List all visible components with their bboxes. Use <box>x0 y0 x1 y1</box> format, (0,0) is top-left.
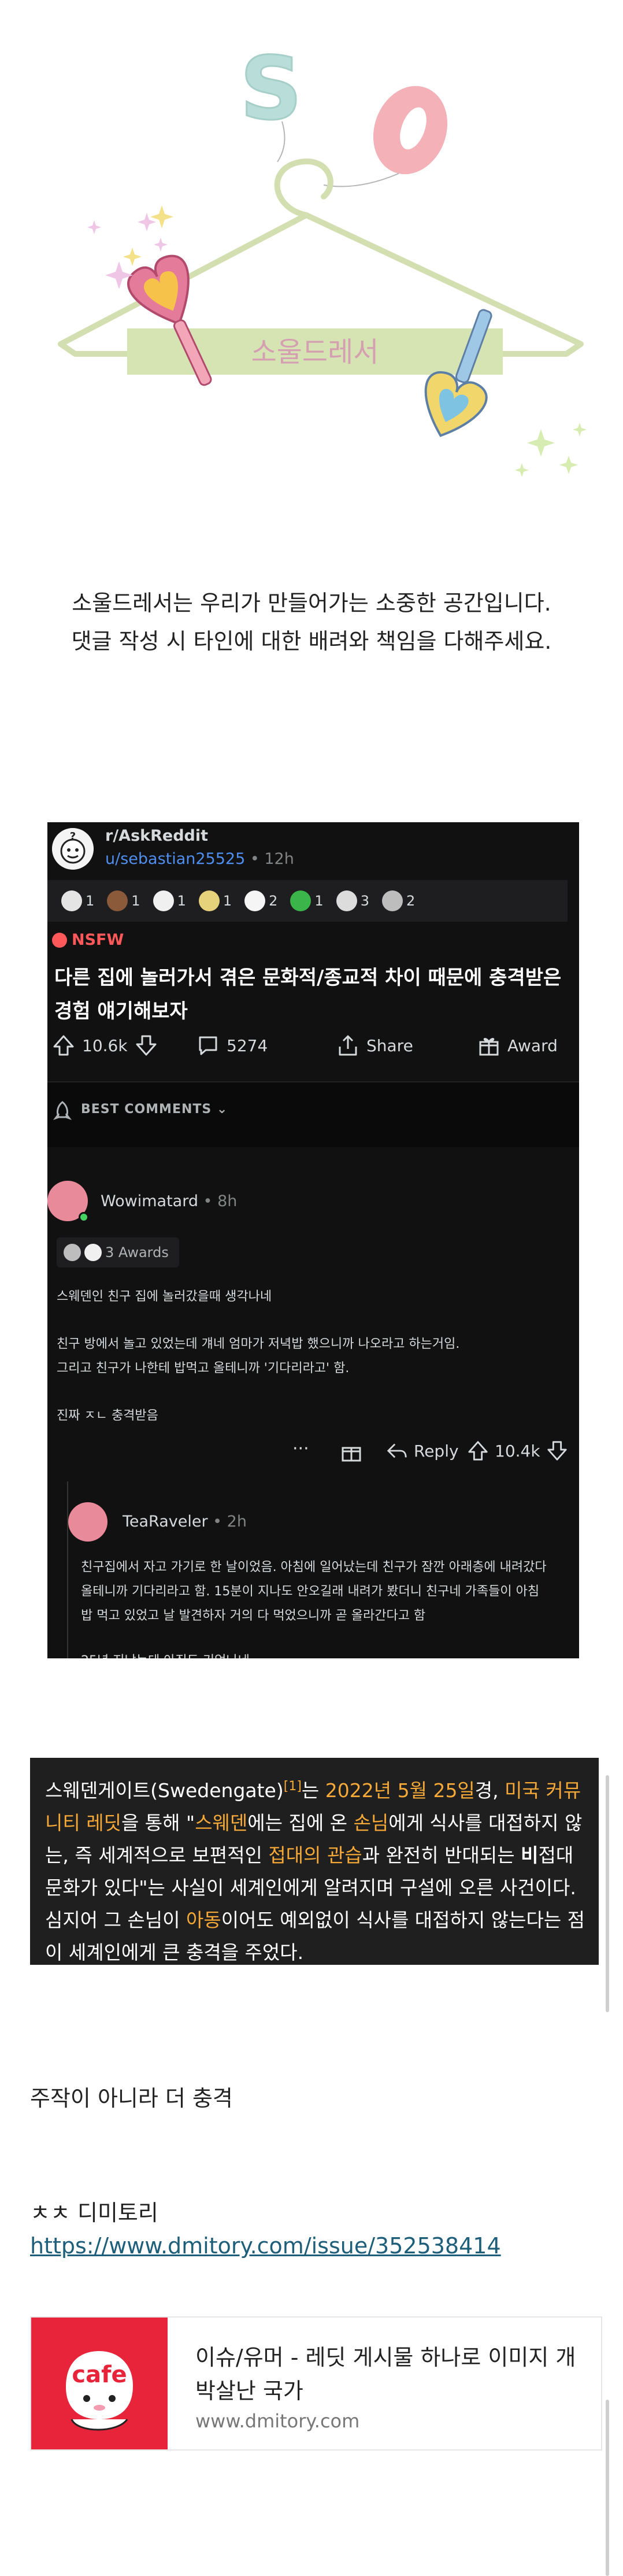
sparkles-right-icon <box>515 423 587 477</box>
comment-icon <box>199 1036 217 1055</box>
link-preview-card[interactable]: cafe 이슈/유머 - 레딧 게시물 하나로 이미지 개박살난 국가 www.… <box>30 2316 602 2451</box>
award-icon <box>153 890 174 911</box>
upvote-icon[interactable] <box>467 1440 489 1462</box>
post-awards-bar[interactable]: 1 1 1 1 2 1 3 2 <box>47 880 568 922</box>
award-icon <box>381 890 403 911</box>
subreddit-avatar: ? <box>52 828 94 870</box>
comments-button[interactable]: 5274 <box>196 1034 268 1057</box>
question-mascot-icon: ? <box>52 828 94 870</box>
award-icon <box>336 890 357 911</box>
hanger-logo-graphic: S 소울드레서 <box>58 38 587 477</box>
post-action-bar: 10.6k 5274 Share Award <box>47 1023 579 1070</box>
notice-line-2: 댓글 작성 시 타인에 대한 배려와 책임을 다해주세요. <box>71 629 552 654</box>
card-thumbnail: cafe <box>31 2318 168 2449</box>
award-icon <box>61 890 82 911</box>
comment-sort-label[interactable]: BEST COMMENTS ⌄ <box>81 1102 228 1117</box>
award-item: 2 <box>244 890 277 911</box>
date-link[interactable]: 2022년 5월 25일 <box>325 1779 475 1802</box>
nsfw-icon <box>52 932 67 948</box>
comment-text-line: 친구 방에서 놀고 있었는데 걔네 엄마가 저녁밥 했으니까 나오라고 하는거임… <box>57 1337 460 1351</box>
more-options-icon[interactable]: ··· <box>292 1439 309 1459</box>
thread-line[interactable] <box>67 1481 68 1658</box>
award-icon <box>84 1244 102 1261</box>
post-vote-count: 10.6k <box>82 1036 128 1055</box>
gift-icon[interactable] <box>340 1440 363 1463</box>
comment-text-line: 스웨덴인 친구 집에 놀러갔을때 생각나네 <box>57 1289 272 1304</box>
award-icon <box>107 890 128 911</box>
notice-line-1: 소울드레서는 우리가 만들어가는 소중한 공간입니다. <box>72 590 551 616</box>
post-time: 12h <box>264 850 294 868</box>
reply-text-line: 밥 먹고 있었고 날 발견하자 거의 다 먹었으니까 곧 올라간다고 함 <box>81 1609 426 1623</box>
card-title[interactable]: 이슈/유머 - 레딧 게시물 하나로 이미지 개박살난 국가 <box>195 2341 588 2408</box>
custom-link[interactable]: 접대의 관습 <box>268 1844 362 1867</box>
comment-sort-bar[interactable]: BEST COMMENTS ⌄ <box>47 1082 579 1147</box>
reply-avatar[interactable] <box>68 1502 107 1542</box>
award-item: 1 <box>198 890 232 911</box>
gift-icon <box>479 1038 499 1056</box>
reply-button[interactable]: Reply <box>386 1440 459 1462</box>
community-notice: 소울드레서는 우리가 만들어가는 소중한 공간입니다. 댓글 작성 시 타인에 … <box>0 584 623 660</box>
reddit-post-screenshot: ? r/AskReddit u/sebastian25525 • 12h 1 1… <box>47 822 579 1658</box>
award-icon <box>244 890 266 911</box>
award-item: 1 <box>61 890 94 911</box>
award-item: 1 <box>290 890 324 911</box>
reply-text-line: 친구집에서 자고 가기로 한 날이었음. 아침에 일어났는데 친구가 잠깐 아래… <box>81 1560 547 1575</box>
svg-text:?: ? <box>70 830 76 842</box>
cafe-logo-icon: cafe <box>31 2318 168 2449</box>
child-link[interactable]: 아동 <box>186 1909 221 1931</box>
comment-author[interactable]: Wowimatard • 8h <box>101 1192 237 1210</box>
reply-text-line: 올테니까 기다리라고 함. 15분이 지나도 안오길래 내려가 봤더니 친구네 … <box>81 1584 540 1599</box>
site-logo[interactable]: S 소울드레서 <box>0 0 623 509</box>
scrollbar[interactable] <box>606 2400 609 2576</box>
footnote-link[interactable]: [1] <box>284 1779 302 1794</box>
sweden-link[interactable]: 스웨덴 <box>195 1812 247 1834</box>
award-item: 3 <box>336 890 369 911</box>
award-icon <box>198 890 220 911</box>
award-icon <box>64 1244 81 1261</box>
award-item: 1 <box>107 890 140 911</box>
svg-text:cafe: cafe <box>72 2361 127 2388</box>
reply-author[interactable]: TeaRaveler • 2h <box>123 1513 247 1531</box>
reddit-post-header: ? r/AskReddit u/sebastian25525 • 12h <box>47 822 579 875</box>
scrollbar[interactable] <box>606 1775 609 2012</box>
logo-letter-s: S <box>240 39 302 139</box>
nsfw-badge: NSFW <box>52 931 124 949</box>
comment-vote-count: 10.4k <box>495 1441 540 1461</box>
share-icon <box>339 1035 357 1056</box>
source-label: ㅊㅊ 디미토리 <box>30 2200 158 2226</box>
downvote-icon[interactable] <box>135 1034 158 1057</box>
source-link[interactable]: https://www.dmitory.com/issue/352538414 <box>30 2233 501 2259</box>
vote-control: 10.6k <box>52 1034 158 1057</box>
post-comment-text: 주작이 아니라 더 충격 <box>30 2086 233 2111</box>
comment-awards[interactable]: 3 Awards <box>57 1237 179 1267</box>
award-button[interactable]: Award <box>477 1034 558 1057</box>
award-item: 1 <box>153 890 186 911</box>
wiki-quote-box: 스웨덴게이트(Swedengate)[1]는 2022년 5월 25일경, 미국… <box>30 1758 599 1965</box>
comment-text-line: 진짜 ㅈㄴ 충격받음 <box>57 1409 158 1423</box>
card-domain: www.dmitory.com <box>195 2410 360 2432</box>
subreddit-name[interactable]: r/AskReddit <box>105 827 208 845</box>
rocket-icon <box>53 1101 72 1120</box>
award-item: 2 <box>381 890 415 911</box>
downvote-icon[interactable] <box>546 1440 568 1462</box>
reply-text-line: 25년 지났는데 아직도 기억나네 <box>81 1649 250 1658</box>
comment-vote-control: 10.4k <box>467 1440 568 1462</box>
comment-text-line: 그리고 친구가 나한테 밥먹고 올테니까 '기다리라고' 함. <box>57 1361 350 1376</box>
logo-text: 소울드레서 <box>251 336 379 368</box>
award-icon <box>290 890 312 911</box>
post-title[interactable]: 다른 집에 놀러가서 겪은 문화적/종교적 차이 때문에 충격받은 경험 얘기해… <box>54 961 563 1028</box>
comment-count: 5274 <box>227 1036 268 1055</box>
guest-link[interactable]: 손님 <box>354 1812 389 1834</box>
separator-dot: • <box>245 850 265 868</box>
share-button[interactable]: Share <box>336 1034 413 1057</box>
upvote-icon[interactable] <box>52 1034 75 1057</box>
online-indicator <box>79 1212 89 1222</box>
comment-action-bar: ··· Reply 10.4k <box>47 1435 579 1470</box>
reply-icon <box>387 1443 407 1458</box>
post-author-name[interactable]: u/sebastian25525 <box>105 850 245 868</box>
heart-wand-left-icon <box>127 254 212 386</box>
post-author[interactable]: u/sebastian25525 • 12h <box>105 850 294 868</box>
